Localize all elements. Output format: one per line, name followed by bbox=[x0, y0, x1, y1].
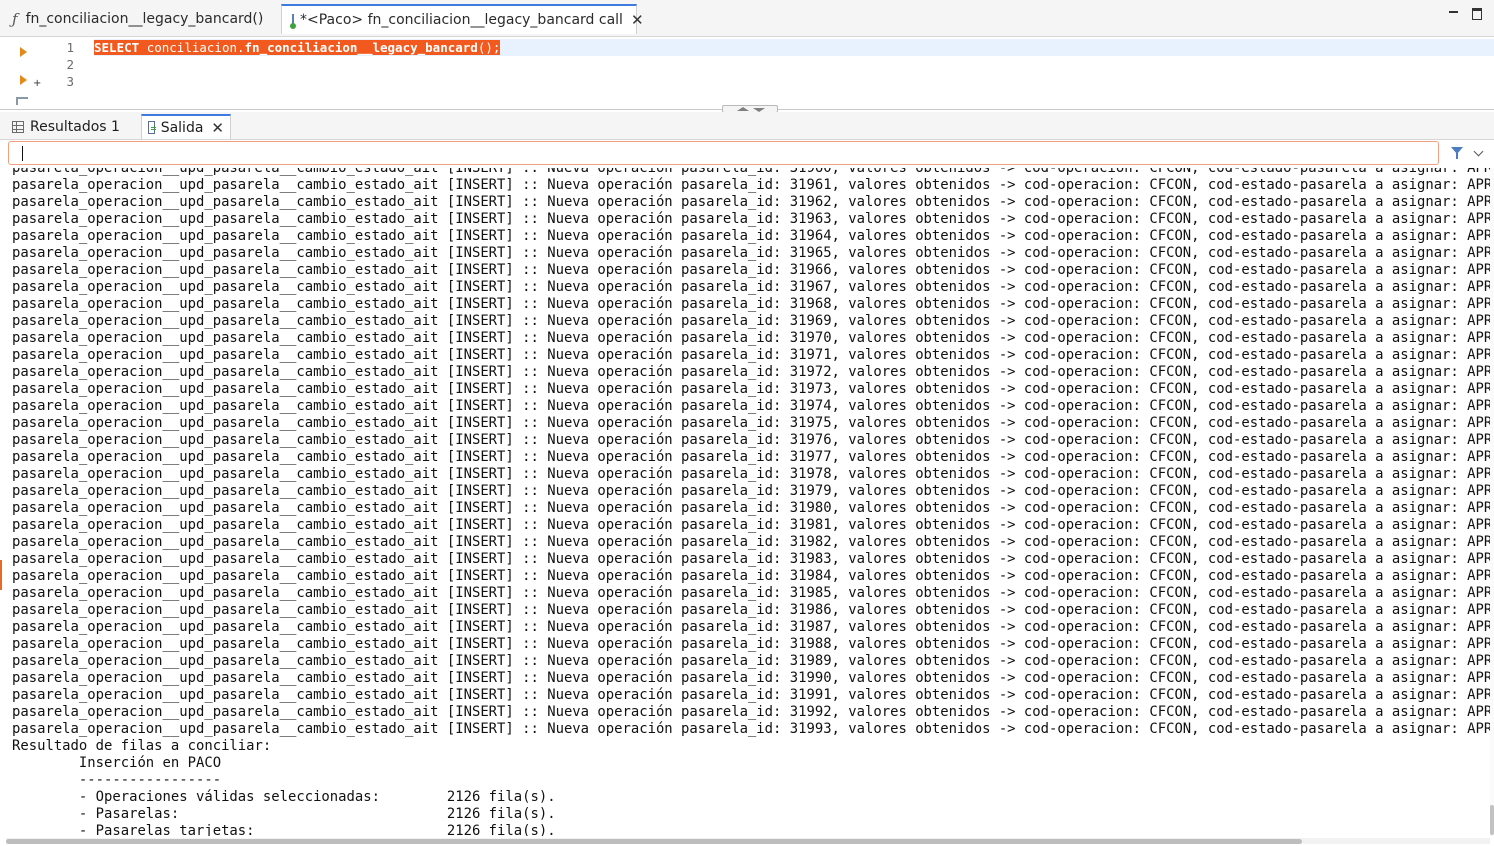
vertical-scrollbar-thumb[interactable] bbox=[1490, 805, 1494, 835]
close-icon[interactable]: ✕ bbox=[211, 119, 224, 137]
log-line: pasarela_operacion__upd_pasarela__cambio… bbox=[12, 449, 1490, 465]
editor-tab-label: fn_conciliacion__legacy_bancard() bbox=[25, 11, 264, 27]
log-line: pasarela_operacion__upd_pasarela__cambio… bbox=[12, 687, 1490, 703]
log-line: pasarela_operacion__upd_pasarela__cambio… bbox=[12, 619, 1490, 635]
log-line: Resultado de filas a conciliar: bbox=[12, 738, 272, 754]
tab-salida[interactable]: Salida ✕ bbox=[141, 114, 231, 139]
error-marker bbox=[0, 560, 2, 590]
line-number: 3 bbox=[66, 74, 74, 89]
chevron-down-icon[interactable] bbox=[1473, 146, 1484, 157]
sql-suffix: (); bbox=[477, 40, 501, 55]
log-line: pasarela_operacion__upd_pasarela__cambio… bbox=[12, 168, 1490, 176]
tab-label: Resultados 1 bbox=[30, 118, 120, 135]
output-filter-bar bbox=[0, 140, 1494, 168]
log-line: pasarela_operacion__upd_pasarela__cambio… bbox=[12, 517, 1490, 533]
function-icon: ƒ bbox=[12, 10, 18, 28]
log-line: pasarela_operacion__upd_pasarela__cambio… bbox=[12, 415, 1490, 431]
tab-label: Salida bbox=[160, 119, 204, 136]
log-line: pasarela_operacion__upd_pasarela__cambio… bbox=[12, 381, 1490, 397]
log-line: pasarela_operacion__upd_pasarela__cambio… bbox=[12, 279, 1490, 295]
log-line: pasarela_operacion__upd_pasarela__cambio… bbox=[12, 483, 1490, 499]
selected-sql-statement[interactable]: SELECT conciliacion.fn_conciliacion__leg… bbox=[94, 40, 501, 55]
log-line: - Operaciones válidas seleccionadas: 212… bbox=[12, 789, 556, 805]
log-line: ----------------- bbox=[12, 772, 222, 788]
log-line: pasarela_operacion__upd_pasarela__cambio… bbox=[12, 534, 1490, 550]
line-numbers: 1 2 3 bbox=[40, 39, 74, 90]
editor-tab-label: *<Paco> fn_conciliacion__legacy_bancard … bbox=[300, 12, 623, 28]
log-line: pasarela_operacion__upd_pasarela__cambio… bbox=[12, 653, 1490, 669]
sql-function-name: fn_conciliacion__legacy_bancard bbox=[244, 40, 478, 55]
vertical-scrollbar[interactable] bbox=[1490, 168, 1494, 836]
editor-tab-sql-script[interactable]: *<Paco> fn_conciliacion__legacy_bancard … bbox=[281, 4, 644, 34]
log-line: pasarela_operacion__upd_pasarela__cambio… bbox=[12, 262, 1490, 278]
log-line: pasarela_operacion__upd_pasarela__cambio… bbox=[12, 211, 1490, 227]
log-line: pasarela_operacion__upd_pasarela__cambio… bbox=[12, 364, 1490, 380]
line-number: 1 bbox=[66, 40, 74, 55]
log-line: pasarela_operacion__upd_pasarela__cambio… bbox=[12, 330, 1490, 346]
log-line: pasarela_operacion__upd_pasarela__cambio… bbox=[12, 636, 1490, 652]
log-line: Inserción en PACO bbox=[12, 755, 222, 771]
horizontal-scrollbar-thumb[interactable] bbox=[6, 839, 1302, 844]
maximize-icon[interactable] bbox=[1472, 8, 1482, 20]
log-line: pasarela_operacion__upd_pasarela__cambio… bbox=[12, 466, 1490, 482]
log-line: pasarela_operacion__upd_pasarela__cambio… bbox=[12, 245, 1490, 261]
log-line: pasarela_operacion__upd_pasarela__cambio… bbox=[12, 313, 1490, 329]
minimize-icon[interactable] bbox=[1449, 11, 1458, 13]
sql-keyword: SELECT bbox=[94, 40, 140, 55]
document-icon bbox=[148, 121, 156, 134]
editor-tab-function[interactable]: ƒ fn_conciliacion__legacy_bancard() bbox=[2, 4, 277, 34]
log-line: pasarela_operacion__upd_pasarela__cambio… bbox=[12, 670, 1490, 686]
log-line: - Pasarelas_tarjetas: 2126 fila(s). bbox=[12, 823, 556, 836]
sql-script-icon bbox=[290, 13, 296, 29]
code-area[interactable]: SELECT conciliacion.fn_conciliacion__leg… bbox=[94, 39, 1494, 56]
output-filter-input[interactable] bbox=[8, 141, 1439, 165]
log-line: pasarela_operacion__upd_pasarela__cambio… bbox=[12, 194, 1490, 210]
output-log[interactable]: pasarela_operacion__upd_pasarela__cambio… bbox=[0, 168, 1490, 836]
window-controls bbox=[1449, 8, 1482, 20]
grid-icon bbox=[12, 120, 24, 133]
close-icon[interactable]: ✕ bbox=[631, 11, 644, 29]
filter-icon[interactable] bbox=[1451, 147, 1463, 159]
log-line: pasarela_operacion__upd_pasarela__cambio… bbox=[12, 177, 1490, 193]
log-line: pasarela_operacion__upd_pasarela__cambio… bbox=[12, 347, 1490, 363]
execute-in-new-tab-icon[interactable] bbox=[20, 75, 41, 89]
log-line: pasarela_operacion__upd_pasarela__cambio… bbox=[12, 228, 1490, 244]
output-log-content: pasarela_operacion__upd_pasarela__cambio… bbox=[12, 168, 1490, 836]
execute-statement-icon[interactable] bbox=[20, 47, 27, 57]
sql-editor[interactable]: 1 2 3 SELECT conciliacion.fn_conciliacio… bbox=[0, 37, 1494, 109]
log-line: pasarela_operacion__upd_pasarela__cambio… bbox=[12, 602, 1490, 618]
code-line[interactable]: SELECT conciliacion.fn_conciliacion__leg… bbox=[94, 39, 1494, 56]
explain-plan-icon[interactable] bbox=[16, 97, 28, 105]
log-line: pasarela_operacion__upd_pasarela__cambio… bbox=[12, 500, 1490, 516]
log-line: pasarela_operacion__upd_pasarela__cambio… bbox=[12, 398, 1490, 414]
editor-gutter bbox=[14, 41, 41, 105]
text-caret bbox=[22, 146, 23, 161]
result-tab-bar: Resultados 1 Salida ✕ bbox=[0, 112, 1494, 140]
log-line: - Pasarelas: 2126 fila(s). bbox=[12, 806, 556, 822]
log-line: pasarela_operacion__upd_pasarela__cambio… bbox=[12, 432, 1490, 448]
log-line: pasarela_operacion__upd_pasarela__cambio… bbox=[12, 585, 1490, 601]
line-number: 2 bbox=[66, 57, 74, 72]
log-line: pasarela_operacion__upd_pasarela__cambio… bbox=[12, 721, 1490, 737]
editor-tab-bar: ƒ fn_conciliacion__legacy_bancard() *<Pa… bbox=[0, 0, 1494, 37]
log-line: pasarela_operacion__upd_pasarela__cambio… bbox=[12, 704, 1490, 720]
sql-schema: conciliacion. bbox=[146, 40, 245, 55]
log-line: pasarela_operacion__upd_pasarela__cambio… bbox=[12, 568, 1490, 584]
log-line: pasarela_operacion__upd_pasarela__cambio… bbox=[12, 296, 1490, 312]
tab-resultados[interactable]: Resultados 1 bbox=[6, 114, 136, 139]
log-line: pasarela_operacion__upd_pasarela__cambio… bbox=[12, 551, 1490, 567]
